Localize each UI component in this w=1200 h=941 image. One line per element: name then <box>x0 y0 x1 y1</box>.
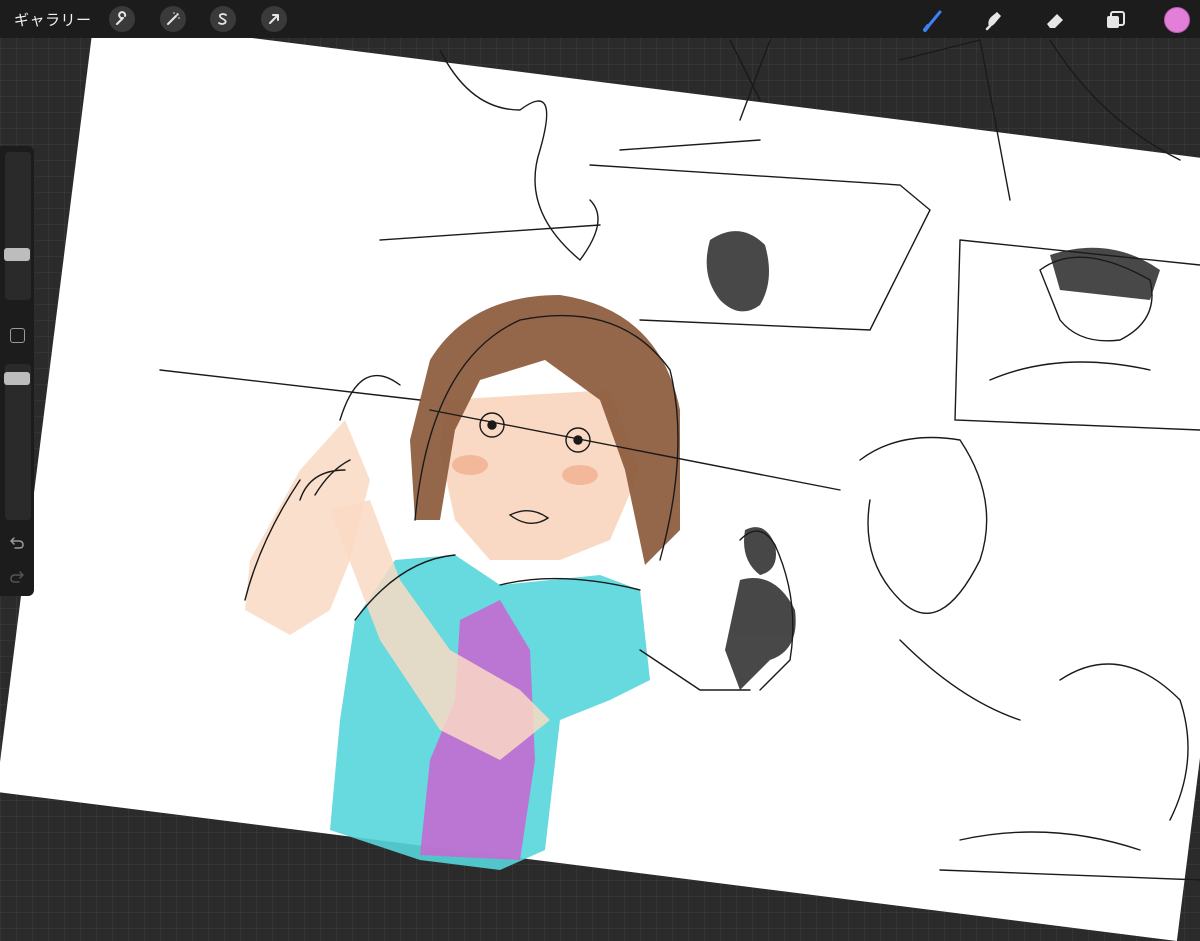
brush-button[interactable] <box>920 6 948 34</box>
eraser-icon <box>1047 14 1063 28</box>
artwork-sketch <box>159 39 1200 881</box>
magic-wand-icon <box>167 12 180 25</box>
undo-icon <box>10 537 24 549</box>
actions-button[interactable] <box>109 6 135 32</box>
wrench-icon <box>116 11 127 25</box>
selection-button[interactable] <box>210 6 236 32</box>
eraser-button[interactable] <box>1041 6 1069 34</box>
layers-button[interactable] <box>1102 6 1130 34</box>
redo-button[interactable] <box>9 568 25 588</box>
brush-icon <box>923 10 942 32</box>
undo-button[interactable] <box>9 534 25 554</box>
top-toolbar: ギャラリー <box>0 0 1200 38</box>
left-sidebar <box>0 146 34 596</box>
brush-size-thumb[interactable] <box>4 248 30 261</box>
selection-s-icon <box>218 13 227 25</box>
girl-figure <box>245 295 680 870</box>
opacity-slider[interactable] <box>4 364 31 520</box>
redo-icon <box>10 571 24 583</box>
smudge-icon <box>985 12 1001 31</box>
color-picker-button[interactable] <box>1164 7 1190 33</box>
blush-left <box>452 455 488 475</box>
arrow-cursor-icon <box>269 14 279 24</box>
transform-button[interactable] <box>261 6 287 32</box>
brush-size-slider[interactable] <box>4 152 31 300</box>
gallery-button[interactable]: ギャラリー <box>14 9 92 30</box>
layers-icon <box>1107 11 1125 28</box>
opacity-thumb[interactable] <box>4 372 30 385</box>
adjustments-button[interactable] <box>160 6 186 32</box>
blush-right <box>562 465 598 485</box>
modify-button[interactable] <box>10 328 25 343</box>
hatched-figures <box>706 231 1160 690</box>
smudge-button[interactable] <box>980 6 1008 34</box>
